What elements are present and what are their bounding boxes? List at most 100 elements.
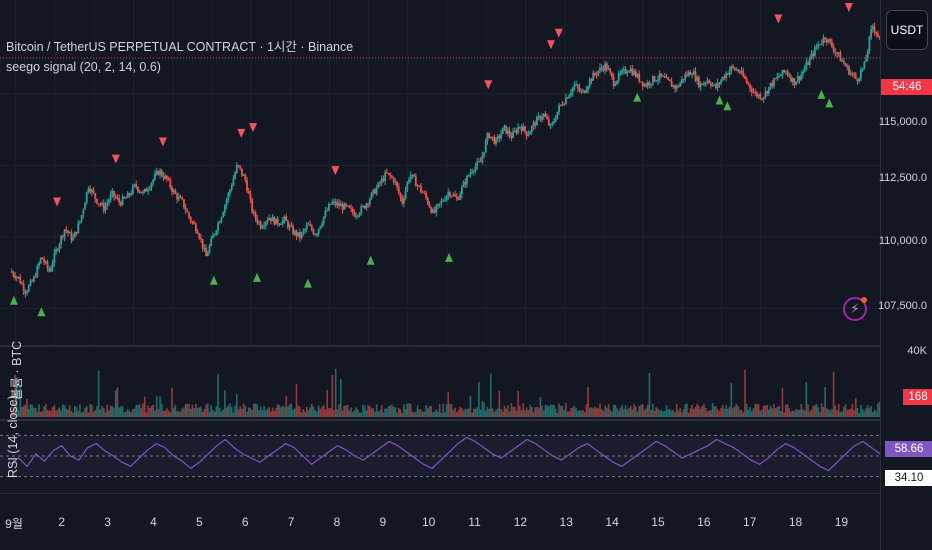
volume-bar	[351, 412, 354, 417]
candle-body	[704, 82, 707, 84]
volume-bar	[653, 410, 656, 417]
indicator-title[interactable]: seego signal (20, 2, 14, 0.6)	[6, 60, 161, 74]
candle-body	[607, 69, 610, 71]
volume-bar	[640, 404, 642, 417]
candle-body	[442, 200, 445, 202]
candle-body	[404, 190, 407, 199]
volume-bar	[513, 407, 516, 417]
volume-label[interactable]: 볼륨 · BTC	[6, 341, 25, 400]
volume-bar	[843, 406, 845, 417]
volume-bar	[264, 410, 267, 417]
volume-bar	[73, 405, 76, 417]
volume-bar	[841, 411, 843, 417]
volume-bar	[621, 405, 623, 417]
candle-body	[501, 127, 504, 134]
time-tick: 8	[333, 515, 341, 529]
volume-bar	[391, 404, 393, 417]
volume-bar	[512, 406, 514, 417]
volume-bar	[624, 405, 627, 417]
volume-bar	[788, 408, 791, 417]
candle-body	[469, 172, 472, 176]
candle-body	[571, 87, 574, 93]
volume-bar	[386, 408, 388, 417]
candle-body	[177, 196, 180, 200]
volume-bar	[348, 410, 351, 417]
candle-body	[788, 74, 791, 77]
candle-body	[304, 229, 306, 231]
time-tick: 19	[834, 515, 849, 529]
volume-bar	[495, 410, 497, 417]
volume-bar	[665, 405, 668, 417]
volume-bar	[79, 404, 81, 417]
volume-bar	[293, 408, 296, 417]
volume-bar	[283, 407, 286, 417]
price-axis[interactable]: 115,000.0 112,500.0 110,000.0 107,500.0 …	[878, 0, 932, 550]
rsi-chart[interactable]	[0, 421, 880, 491]
candle-body	[326, 210, 329, 212]
candle-body	[401, 197, 404, 204]
candle-body	[611, 72, 613, 77]
candle-body	[184, 207, 187, 211]
volume-bar	[762, 405, 765, 417]
candle-body	[418, 185, 421, 187]
candle-body	[541, 116, 543, 120]
time-tick: 10	[421, 515, 436, 529]
currency-button[interactable]: USDT	[886, 10, 928, 50]
time-tick: 13	[559, 515, 573, 529]
volume-bar	[827, 409, 830, 417]
candle-body	[653, 76, 656, 82]
volume-bar	[225, 407, 228, 417]
volume-bar	[766, 404, 768, 417]
volume-bar	[45, 403, 47, 417]
candle-body	[331, 201, 334, 205]
candle-body	[324, 210, 327, 217]
volume-chart[interactable]	[0, 347, 880, 419]
volume-bar	[237, 409, 240, 417]
candle-body	[561, 104, 564, 106]
candle-body	[634, 71, 637, 77]
symbol-title[interactable]: Bitcoin / TetherUS PERPETUAL CONTRACT · …	[6, 36, 353, 55]
rsi-label[interactable]: RSI (14, close)	[6, 395, 20, 478]
volume-bar	[392, 406, 395, 417]
candle-body	[160, 170, 163, 176]
volume-bar	[116, 387, 119, 417]
volume-bar	[675, 403, 678, 417]
candle-body	[225, 200, 228, 206]
volume-bar	[370, 408, 373, 417]
buy-signal-marker	[9, 295, 18, 305]
sell-signal-marker	[53, 197, 62, 207]
volume-bar	[785, 404, 787, 417]
candle-body	[796, 76, 799, 82]
volume-bar	[728, 406, 731, 417]
candle-body	[152, 179, 155, 184]
candle-body	[189, 217, 192, 222]
candle-body	[389, 173, 392, 177]
candle-body	[358, 213, 361, 216]
candle-body	[256, 218, 259, 223]
volume-bar	[530, 407, 533, 417]
candle-body	[556, 111, 559, 119]
candle-body	[455, 196, 458, 199]
volume-bar	[253, 403, 255, 417]
volume-bar	[241, 408, 243, 417]
volume-bar	[807, 404, 809, 417]
volume-bar	[169, 412, 172, 417]
volume-bar	[384, 408, 386, 417]
volume-bar	[452, 410, 455, 417]
lightning-icon[interactable]: ⚡	[843, 297, 867, 321]
volume-bar	[836, 410, 838, 417]
candle-body	[345, 203, 347, 206]
candle-body	[235, 165, 238, 173]
volume-bar	[48, 410, 51, 417]
candle-body	[662, 75, 664, 77]
candle-body	[512, 131, 514, 139]
price-tick: 107,500.0	[878, 300, 927, 312]
candle-body	[157, 171, 160, 176]
candle-body	[50, 268, 52, 272]
volume-bar	[415, 411, 417, 417]
candle-body	[316, 233, 318, 236]
volume-bar	[62, 404, 64, 417]
candle-body	[464, 182, 467, 185]
candle-body	[41, 257, 44, 260]
volume-bar	[561, 405, 564, 417]
